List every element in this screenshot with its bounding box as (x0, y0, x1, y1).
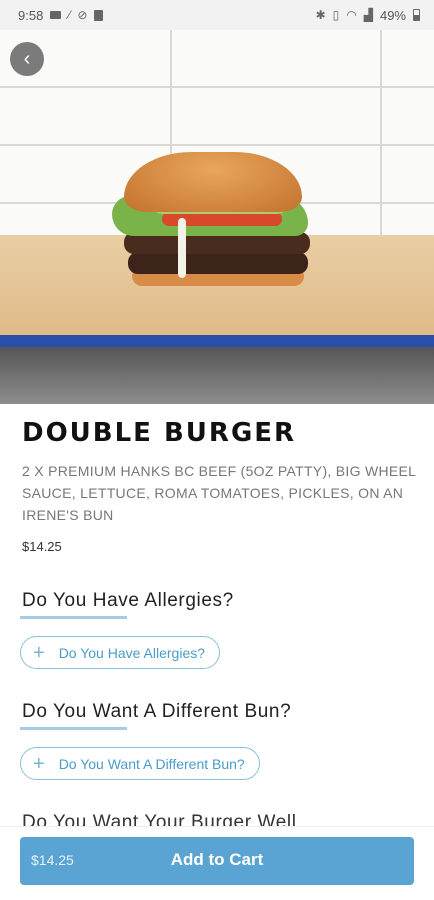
plus-icon: + (33, 752, 45, 775)
option-title-allergies: Do You Have Allergies? (22, 590, 234, 611)
table-surface (0, 347, 434, 404)
bun-top (124, 152, 302, 212)
bottom-bar: $14.25 Add to Cart (0, 826, 434, 900)
product-image (0, 30, 434, 404)
option-underline (20, 616, 127, 619)
allergies-button-label: Do You Have Allergies? (58, 644, 206, 661)
patty (128, 252, 308, 274)
status-left: 9:58 ⁄ ⊘ (18, 7, 104, 23)
battery-icon (413, 9, 420, 21)
add-to-cart-button[interactable]: $14.25 Add to Cart (20, 837, 414, 885)
status-right: ✱ ▯ ◠ ▟ 49% (316, 8, 420, 23)
notifications-off-icon: ⊘ (77, 8, 88, 22)
option-title-bun: Do You Want A Different Bun? (22, 701, 292, 722)
bluetooth-icon: ✱ (315, 8, 326, 22)
allergies-button[interactable]: + Do You Have Allergies? (20, 636, 221, 669)
add-to-cart-label: Add to Cart (170, 850, 264, 869)
product-description: 2 X PREMIUM HANKS BC BEEF (5oz PATTY), B… (22, 463, 416, 523)
blue-tray (0, 335, 434, 347)
wand-icon: ⁄ (68, 8, 71, 22)
burger-illustration (110, 148, 315, 288)
different-bun-button-label: Do You Want A Different Bun? (58, 755, 245, 772)
video-camera-icon (50, 11, 62, 19)
option-underline (20, 727, 127, 730)
signal-icon: ▟ (363, 8, 373, 22)
vibrate-icon: ▯ (332, 8, 340, 22)
product-title: DOUBLE BURGER (22, 418, 297, 448)
back-arrow-icon: ‹ (23, 47, 31, 70)
battery-percent: 49% (379, 7, 406, 23)
onion (178, 218, 186, 278)
plus-icon: + (33, 641, 45, 664)
product-price: $14.25 (22, 539, 62, 554)
back-button[interactable]: ‹ (10, 42, 44, 76)
wifi-icon: ◠ (346, 8, 357, 22)
different-bun-button[interactable]: + Do You Want A Different Bun? (20, 747, 260, 780)
status-time: 9:58 (18, 7, 44, 23)
sd-card-icon (94, 9, 104, 21)
status-bar: 9:58 ⁄ ⊘ ✱ ▯ ◠ ▟ 49% (0, 0, 434, 30)
